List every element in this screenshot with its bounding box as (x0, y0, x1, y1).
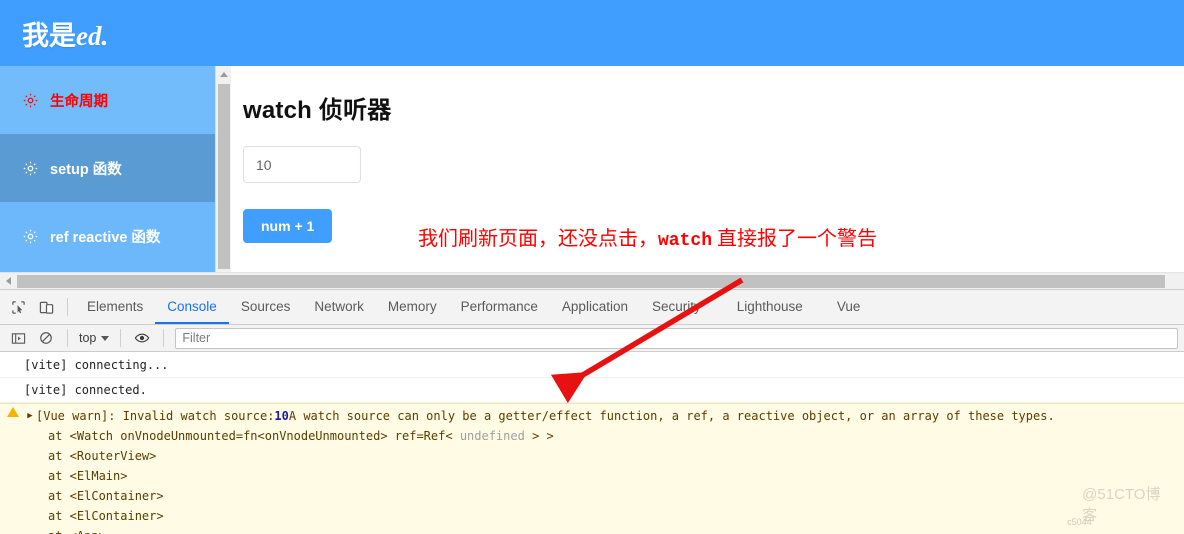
live-expression-eye-icon[interactable] (128, 324, 156, 352)
stack-dim-value: undefined (459, 429, 525, 443)
stack-trace-line: at <App> (0, 526, 1184, 534)
stack-trace-line: at <ElMain> (48, 469, 128, 483)
watermark-text: @51CTO博客 (1082, 486, 1161, 524)
warning-triangle-icon (5, 407, 21, 417)
stack-trace-line: at <RouterView> (48, 449, 157, 463)
stack-trace-line: at <ElContainer> (48, 509, 164, 523)
tab-network[interactable]: Network (302, 290, 376, 324)
sidebar-item-label: setup 函数 (50, 161, 122, 178)
console-filter-input[interactable] (175, 327, 1178, 349)
scroll-up-arrow-icon[interactable] (216, 66, 232, 82)
stack-trace-line: at <ElContainer> (48, 489, 164, 503)
warning-prefix: [Vue warn]: Invalid watch source: (36, 409, 275, 423)
console-log-row: [vite] connecting... (0, 353, 1184, 378)
watermark-subtext: c5044 (1067, 517, 1092, 527)
warning-source-value: 10 (274, 409, 289, 423)
tab-memory[interactable]: Memory (376, 290, 449, 324)
page-title: watch 侦听器 (243, 97, 392, 124)
annotation-part-2: 直接报了一个警告 (712, 228, 878, 250)
tab-security[interactable]: Security (640, 290, 713, 324)
annotation-part-1: 我们刷新页面，还没点击， (418, 228, 658, 250)
tab-application[interactable]: Application (550, 290, 640, 324)
expand-arrow-icon[interactable]: ▶ (24, 407, 36, 426)
clear-console-icon[interactable] (32, 324, 60, 352)
browser-window: 我是ed. 生命周期 setup 函数 ref reactive 函数 watc… (0, 0, 1184, 534)
tab-lighthouse[interactable]: Lighthouse (725, 290, 815, 324)
filterbar-divider-3 (163, 329, 165, 347)
console-context-select[interactable]: top (75, 331, 113, 345)
web-page-viewport: 我是ed. 生命周期 setup 函数 ref reactive 函数 watc… (0, 0, 1184, 289)
filterbar-divider-2 (120, 329, 122, 347)
tab-elements[interactable]: Elements (75, 290, 155, 324)
scroll-left-arrow-icon[interactable] (0, 273, 16, 290)
devtools-tabbar: Elements Console Sources Network Memory … (0, 290, 1184, 325)
console-context-label: top (79, 331, 97, 345)
red-annotation-text: 我们刷新页面，还没点击，watch 直接报了一个警告 (418, 222, 877, 251)
stack-trace-line: at <Watch onVnodeUnmounted=fn<onVnodeUnm… (0, 426, 1184, 446)
increment-button[interactable]: num + 1 (243, 209, 333, 243)
warning-message-body: A watch source can only be a getter/effe… (288, 409, 1055, 423)
device-toolbar-icon[interactable] (32, 293, 60, 321)
site-brand: 我是ed. (22, 14, 108, 53)
console-filterbar: top (0, 325, 1184, 352)
vertical-scroll-thumb[interactable] (218, 84, 230, 269)
tab-vue[interactable]: Vue (825, 290, 873, 324)
stack-text: at <Watch onVnodeUnmounted=fn<onVnodeUnm… (48, 429, 460, 443)
console-messages[interactable]: [vite] connecting... [vite] connected. ▶… (0, 353, 1184, 534)
chevron-down-icon (101, 335, 110, 341)
number-input[interactable] (243, 146, 361, 183)
annotation-mono-word: watch (658, 231, 713, 251)
toolbar-divider (67, 298, 68, 316)
console-warning-message[interactable]: ▶ [Vue warn]: Invalid watch source: 10 A… (0, 403, 1184, 534)
console-log-row: [vite] connected. (0, 378, 1184, 403)
sidebar-nav: 生命周期 setup 函数 ref reactive 函数 (0, 66, 215, 272)
page-vertical-scrollbar[interactable] (215, 66, 232, 272)
gear-icon (22, 92, 39, 109)
brand-latin-text: ed. (76, 20, 109, 51)
inspect-element-icon[interactable] (4, 293, 32, 321)
tab-performance[interactable]: Performance (449, 290, 550, 324)
sidebar-item-label: 生命周期 (50, 93, 108, 110)
brand-cn-text: 我是 (22, 20, 76, 51)
site-header: 我是ed. (0, 0, 1184, 66)
devtools-panel: Elements Console Sources Network Memory … (0, 289, 1184, 534)
sidebar-item-ref-reactive[interactable]: ref reactive 函数 (0, 202, 215, 270)
console-sidebar-icon[interactable] (4, 324, 32, 352)
tab-console[interactable]: Console (155, 290, 229, 324)
tab-sources[interactable]: Sources (229, 290, 303, 324)
watermark: @51CTO博客c5044 (1067, 483, 1170, 527)
sidebar-item-label: ref reactive 函数 (50, 229, 161, 246)
gear-icon (22, 160, 39, 177)
sidebar-item-setup[interactable]: setup 函数 (0, 134, 215, 202)
horizontal-scroll-thumb[interactable] (17, 274, 1165, 288)
filterbar-divider-1 (67, 329, 68, 347)
gear-icon (22, 228, 39, 245)
page-horizontal-scrollbar[interactable] (0, 272, 1184, 289)
stack-tail: > > (524, 429, 554, 443)
sidebar-item-lifecycle[interactable]: 生命周期 (0, 66, 215, 134)
warning-header: ▶ [Vue warn]: Invalid watch source: 10 A… (0, 407, 1184, 426)
